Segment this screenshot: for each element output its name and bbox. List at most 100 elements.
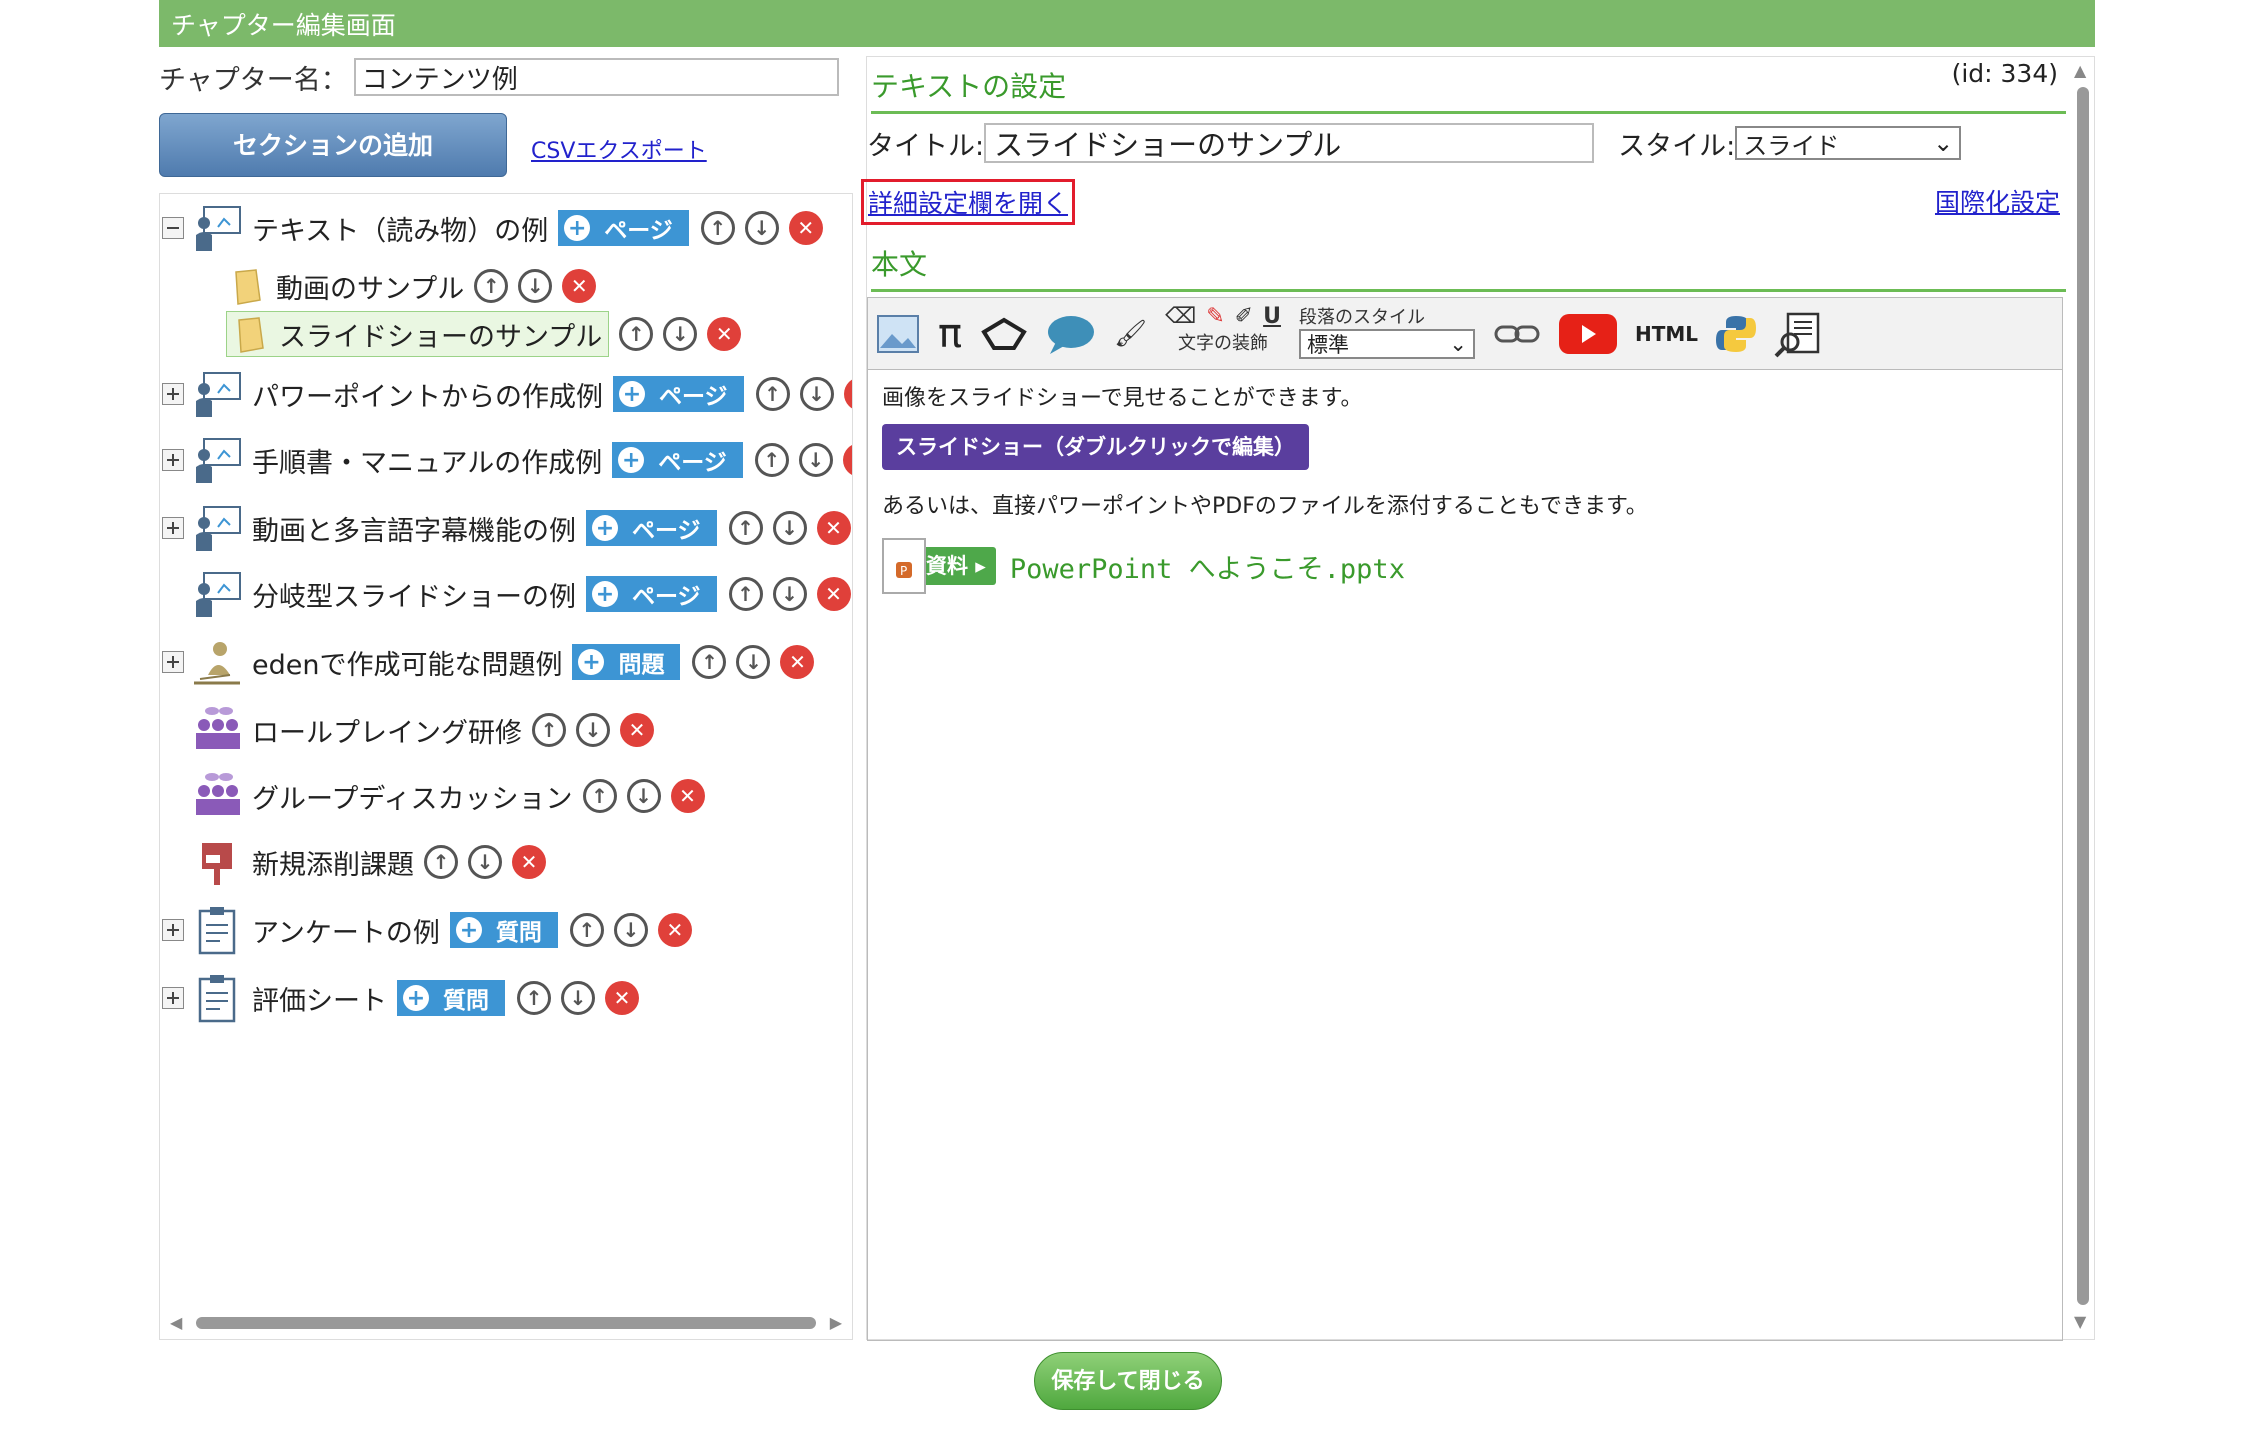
- math-pi-icon[interactable]: π: [938, 310, 962, 358]
- tree-item-label[interactable]: 手順書・マニュアルの作成例: [252, 441, 602, 480]
- move-down-button[interactable]: ↓: [736, 645, 771, 679]
- move-up-button[interactable]: ↑: [569, 913, 604, 947]
- pen-icon[interactable]: ✎: [1206, 304, 1224, 329]
- move-up-button[interactable]: ↑: [582, 779, 617, 813]
- move-down-button[interactable]: ↓: [744, 211, 779, 245]
- delete-button[interactable]: ✕: [816, 577, 851, 611]
- delete-button[interactable]: ✕: [657, 913, 692, 947]
- save-and-close-button[interactable]: 保存して閉じる: [1034, 1352, 1222, 1410]
- title-input[interactable]: [984, 123, 1595, 163]
- slideshow-button[interactable]: スライドショー（ダブルクリックで編集）: [882, 424, 1309, 470]
- delete-button[interactable]: ✕: [620, 713, 654, 747]
- paragraph-style-select[interactable]: 標準 ⌄: [1298, 328, 1475, 359]
- tree-item-label[interactable]: テキスト（読み物）の例: [252, 209, 548, 248]
- add-page-badge[interactable]: + ページ: [586, 510, 717, 546]
- youtube-icon[interactable]: [1558, 310, 1617, 358]
- delete-button[interactable]: ✕: [843, 377, 852, 411]
- delete-button[interactable]: ✕: [842, 443, 852, 477]
- preview-search-icon[interactable]: [1774, 310, 1822, 358]
- move-down-button[interactable]: ↓: [798, 443, 833, 477]
- csv-export-link[interactable]: CSVエクスポート: [531, 133, 707, 165]
- add-question-badge[interactable]: + 問題: [572, 644, 681, 680]
- move-down-button[interactable]: ↓: [799, 377, 834, 411]
- tree-item-label[interactable]: 動画のサンプル: [276, 267, 464, 306]
- tree-item-label[interactable]: パワーポイントからの作成例: [252, 375, 603, 414]
- attachment[interactable]: P 資料 ▸ PowerPoint へようこそ.pptx: [882, 538, 2048, 594]
- link-icon[interactable]: [1493, 310, 1541, 358]
- highlighter-icon[interactable]: ✐: [1235, 304, 1253, 329]
- move-up-button[interactable]: ↑: [755, 377, 790, 411]
- underline-icon[interactable]: U: [1263, 304, 1281, 329]
- style-select[interactable]: スライド ⌄: [1735, 126, 1962, 160]
- move-down-button[interactable]: ↓: [772, 511, 807, 545]
- tree-item-label[interactable]: ロールプレイング研修: [252, 711, 522, 750]
- move-up-button[interactable]: ↑: [517, 981, 551, 1015]
- delete-button[interactable]: ✕: [788, 211, 823, 245]
- delete-button[interactable]: ✕: [780, 645, 815, 679]
- delete-button[interactable]: ✕: [512, 845, 546, 879]
- move-up-button[interactable]: ↑: [754, 443, 789, 477]
- scroll-left-icon[interactable]: ◀: [170, 1313, 182, 1332]
- move-up-button[interactable]: ↑: [474, 269, 509, 303]
- expand-toggle[interactable]: [162, 449, 184, 471]
- add-question-badge[interactable]: + 質問: [397, 980, 505, 1016]
- delete-button[interactable]: ✕: [816, 511, 851, 545]
- add-question-badge[interactable]: + 質問: [449, 912, 558, 948]
- delete-button[interactable]: ✕: [670, 779, 705, 813]
- chapter-name-input[interactable]: [353, 58, 839, 96]
- add-page-badge[interactable]: + ページ: [558, 210, 689, 246]
- expand-toggle[interactable]: [162, 919, 184, 941]
- tree-item-label[interactable]: 分岐型スライドショーの例: [252, 575, 576, 614]
- add-section-button[interactable]: セクションの追加: [159, 113, 507, 177]
- shape-icon[interactable]: [980, 310, 1028, 358]
- move-down-button[interactable]: ↓: [468, 845, 502, 879]
- move-down-button[interactable]: ↓: [576, 713, 610, 747]
- i18n-settings-link[interactable]: 国際化設定: [1935, 183, 2060, 219]
- tree-item-label[interactable]: アンケートの例: [252, 911, 440, 950]
- move-down-button[interactable]: ↓: [626, 779, 661, 813]
- tree-item-label[interactable]: 動画と多言語字幕機能の例: [252, 509, 576, 548]
- attachment-filename[interactable]: PowerPoint へようこそ.pptx: [1010, 547, 1405, 586]
- insert-image-icon[interactable]: [876, 310, 920, 358]
- brush-icon[interactable]: 🖌: [1114, 310, 1147, 358]
- tree-item-label[interactable]: 評価シート: [252, 979, 387, 1018]
- editor-content[interactable]: 画像をスライドショーで見せることができます。 スライドショー（ダブルクリックで編…: [868, 370, 2062, 604]
- expand-toggle[interactable]: [162, 517, 184, 539]
- move-up-button[interactable]: ↑: [728, 511, 763, 545]
- horizontal-scrollbar[interactable]: ◀ ▶: [170, 1313, 842, 1332]
- collapse-toggle[interactable]: [162, 217, 184, 239]
- move-down-button[interactable]: ↓: [518, 269, 553, 303]
- add-page-badge[interactable]: + ページ: [612, 442, 743, 478]
- delete-button[interactable]: ✕: [562, 269, 597, 303]
- scroll-up-icon[interactable]: ▲: [2074, 61, 2086, 80]
- vertical-scrollbar[interactable]: ▲ ▼: [2072, 61, 2092, 1331]
- scroll-thumb[interactable]: [2077, 87, 2089, 1305]
- move-up-button[interactable]: ↑: [692, 645, 727, 679]
- expand-toggle[interactable]: [162, 383, 184, 405]
- add-page-badge[interactable]: + ページ: [613, 376, 744, 412]
- move-up-button[interactable]: ↑: [424, 845, 458, 879]
- scroll-down-icon[interactable]: ▼: [2074, 1312, 2086, 1331]
- python-icon[interactable]: [1716, 310, 1756, 358]
- move-up-button[interactable]: ↑: [619, 317, 654, 351]
- tree-item-label[interactable]: スライドショーのサンプル: [226, 311, 610, 357]
- html-icon[interactable]: HTML: [1635, 310, 1698, 358]
- scroll-right-icon[interactable]: ▶: [830, 1313, 842, 1332]
- move-down-button[interactable]: ↓: [663, 317, 698, 351]
- open-detail-settings-link[interactable]: 詳細設定欄を開く: [861, 179, 1076, 225]
- eraser-icon[interactable]: ⌫: [1165, 304, 1196, 329]
- add-page-badge[interactable]: + ページ: [586, 576, 717, 612]
- delete-button[interactable]: ✕: [605, 981, 639, 1015]
- move-down-button[interactable]: ↓: [561, 981, 595, 1015]
- move-up-button[interactable]: ↑: [700, 211, 735, 245]
- expand-toggle[interactable]: [162, 651, 184, 673]
- tree-item-label[interactable]: 新規添削課題: [252, 843, 414, 882]
- move-up-button[interactable]: ↑: [532, 713, 566, 747]
- move-up-button[interactable]: ↑: [728, 577, 763, 611]
- tree-item-label[interactable]: edenで作成可能な問題例: [252, 643, 562, 682]
- scroll-thumb[interactable]: [196, 1317, 816, 1329]
- delete-button[interactable]: ✕: [707, 317, 742, 351]
- move-down-button[interactable]: ↓: [772, 577, 807, 611]
- expand-toggle[interactable]: [162, 987, 184, 1009]
- move-down-button[interactable]: ↓: [613, 913, 648, 947]
